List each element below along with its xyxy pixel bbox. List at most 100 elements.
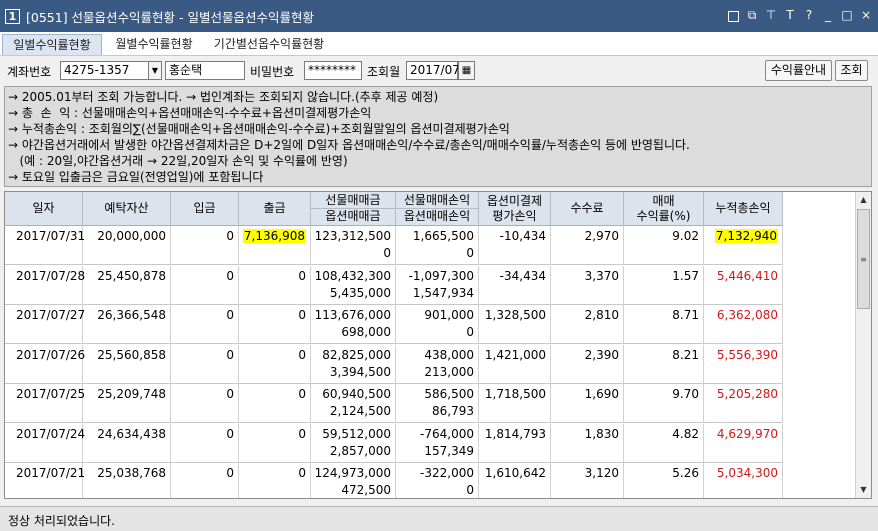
cell-value: 25,209,748 bbox=[97, 387, 166, 401]
cell-value: 1,665,500 bbox=[412, 229, 474, 243]
cell-unsettled: -10,434 bbox=[479, 226, 551, 265]
chevron-down-icon: ▼ bbox=[151, 66, 159, 75]
password-field[interactable]: ******** bbox=[304, 61, 362, 80]
cell-date: 2017/07/21 bbox=[5, 463, 86, 498]
cell-trade-amount: 124,973,000 472,500 bbox=[311, 463, 396, 498]
tab-period-returns[interactable]: 기간별선옵수익률현황 bbox=[206, 34, 332, 55]
cell-trade-pl: -764,000 157,349 bbox=[396, 423, 479, 463]
font-size-icon[interactable]: T bbox=[784, 9, 796, 22]
cell-value: 1,690 bbox=[584, 387, 619, 401]
month-field[interactable]: 2017/07 bbox=[406, 61, 460, 80]
search-button[interactable]: 조회 bbox=[835, 60, 868, 81]
header-fee[interactable]: 수수료 bbox=[551, 192, 624, 226]
header-trade-pl[interactable]: 선물매매손익 옵션매매손익 bbox=[396, 192, 479, 226]
scroll-thumb[interactable]: ≡ bbox=[857, 209, 870, 309]
cell-rate: 1.57 bbox=[624, 265, 704, 305]
pin-icon[interactable]: ⊤ bbox=[765, 9, 777, 22]
cell-value: 5,034,300 bbox=[716, 466, 778, 480]
cell-cumulative: 6,362,080 bbox=[704, 305, 783, 344]
cell-value: 0 bbox=[226, 387, 234, 401]
screen-capture-icon[interactable] bbox=[727, 9, 739, 22]
tab-daily-returns[interactable]: 일별수익률현황 bbox=[2, 34, 102, 55]
close-icon[interactable]: × bbox=[860, 9, 872, 22]
multi-window-icon[interactable]: ⧉ bbox=[746, 9, 758, 22]
cell-unsettled: 1,718,500 bbox=[479, 384, 551, 423]
scroll-up-icon[interactable]: ▲ bbox=[856, 192, 871, 208]
cell-value: 586,500 bbox=[424, 387, 474, 401]
vertical-scrollbar[interactable]: ▲ ≡ ▼ bbox=[855, 192, 871, 498]
header-deposit[interactable]: 입금 bbox=[171, 192, 239, 226]
calendar-button[interactable]: ▦ bbox=[458, 61, 475, 80]
notice-line: → 야간옵션거래에서 발생한 야간옵션결제차금은 D+2일에 D일자 옵션매매손… bbox=[8, 138, 690, 152]
cell-value: 0 bbox=[298, 466, 306, 480]
cell-withdraw: 7,136,908 bbox=[239, 226, 311, 265]
status-bar: 정상 처리되었습니다. bbox=[0, 506, 878, 531]
cell-value-secondary: 213,000 bbox=[424, 364, 474, 379]
header-deposit-asset[interactable]: 예탁자산 bbox=[83, 192, 171, 226]
minimize-icon[interactable]: _ bbox=[822, 9, 834, 22]
cell-rate: 4.82 bbox=[624, 423, 704, 463]
help-icon[interactable]: ? bbox=[803, 9, 815, 22]
cell-value-secondary: 2,124,500 bbox=[329, 404, 391, 418]
cell-value: 1,830 bbox=[584, 426, 619, 441]
table-row[interactable]: 2017/07/26 25,560,858 0 0 82,825,000 3,394,50… bbox=[5, 344, 783, 384]
cell-value: 60,940,500 bbox=[322, 387, 391, 401]
header-unsettled-pl[interactable]: 옵션미결제 평가손익 bbox=[479, 192, 551, 226]
cell-asset: 25,209,748 bbox=[83, 384, 171, 423]
account-dropdown-button[interactable]: ▼ bbox=[148, 61, 162, 80]
cell-unsettled: 1,328,500 bbox=[479, 305, 551, 344]
cell-fee: 2,970 bbox=[551, 226, 624, 265]
table-row[interactable]: 2017/07/28 25,450,878 0 0 108,432,300 5,435,0… bbox=[5, 265, 783, 305]
tab-monthly-returns[interactable]: 월별수익률현황 bbox=[106, 34, 202, 55]
cell-withdraw: 0 bbox=[239, 463, 311, 498]
maximize-icon[interactable]: □ bbox=[841, 9, 853, 22]
cell-value: 2017/07/21 bbox=[16, 466, 86, 480]
cell-rate: 9.02 bbox=[624, 226, 704, 265]
cell-trade-amount: 123,312,500 0 bbox=[311, 226, 396, 265]
cell-cumulative: 7,132,940 bbox=[704, 226, 783, 265]
cell-value: 1,421,000 bbox=[484, 347, 546, 362]
cell-value: -10,434 bbox=[499, 229, 546, 243]
cell-deposit: 0 bbox=[171, 384, 239, 423]
cell-deposit: 0 bbox=[171, 463, 239, 498]
cell-trade-pl: -322,000 0 bbox=[396, 463, 479, 498]
cell-value: 3,120 bbox=[584, 466, 619, 480]
cell-withdraw: 0 bbox=[239, 265, 311, 305]
table-row[interactable]: 2017/07/25 25,209,748 0 0 60,940,500 2,124,50… bbox=[5, 384, 783, 423]
cell-value: 2017/07/31 bbox=[16, 229, 86, 243]
cell-date: 2017/07/28 bbox=[5, 265, 86, 305]
table-row[interactable]: 2017/07/31 20,000,000 0 7,136,908 123,312,50… bbox=[5, 226, 783, 265]
table-row[interactable]: 2017/07/27 26,366,548 0 0 113,676,000 698,000… bbox=[5, 305, 783, 344]
cell-trade-pl: 438,000 213,000 bbox=[396, 344, 479, 384]
cell-fee: 1,690 bbox=[551, 384, 624, 423]
header-withdrawal[interactable]: 출금 bbox=[239, 192, 311, 226]
cell-asset: 20,000,000 bbox=[83, 226, 171, 265]
table-row[interactable]: 2017/07/24 24,634,438 0 0 59,512,000 2,857,00… bbox=[5, 423, 783, 463]
header-trade-return[interactable]: 매매 수익률(%) bbox=[624, 192, 704, 226]
cell-value: -34,434 bbox=[499, 268, 546, 283]
cell-trade-amount: 108,432,300 5,435,000 bbox=[311, 265, 396, 305]
cell-value: 2,970 bbox=[584, 229, 619, 243]
cell-value: 25,038,768 bbox=[97, 466, 166, 480]
cell-value: 0 bbox=[298, 268, 306, 283]
cell-fee: 2,810 bbox=[551, 305, 624, 344]
cell-value: 9.02 bbox=[672, 229, 699, 243]
header-date[interactable]: 일자 bbox=[5, 192, 83, 226]
table-row[interactable]: 2017/07/21 25,038,768 0 0 124,973,000 472,500… bbox=[5, 463, 783, 498]
account-label: 계좌번호 bbox=[7, 65, 52, 79]
header-label: 선물매매금 bbox=[311, 193, 395, 209]
window-title: [0551] 선물옵션수익률현황 - 일별선물옵션수익률현황 bbox=[26, 9, 314, 25]
header-trade-amount[interactable]: 선물매매금 옵션매매금 bbox=[311, 192, 396, 226]
cell-value: 113,676,000 bbox=[314, 308, 391, 322]
cell-value: 2017/07/28 bbox=[16, 268, 86, 283]
account-number-field[interactable]: 4275-1357 bbox=[60, 61, 150, 80]
header-label: 선물매매손익 bbox=[396, 193, 478, 209]
header-cumulative-pl[interactable]: 누적총손익 bbox=[704, 192, 783, 226]
cell-asset: 26,366,548 bbox=[83, 305, 171, 344]
cell-value-secondary: 86,793 bbox=[432, 404, 474, 418]
cell-value-secondary: 0 bbox=[466, 483, 474, 497]
returns-guide-button[interactable]: 수익률안내 bbox=[765, 60, 832, 81]
header-label: 수익률(%) bbox=[636, 208, 691, 223]
cell-asset: 25,038,768 bbox=[83, 463, 171, 498]
scroll-down-icon[interactable]: ▼ bbox=[856, 482, 871, 498]
